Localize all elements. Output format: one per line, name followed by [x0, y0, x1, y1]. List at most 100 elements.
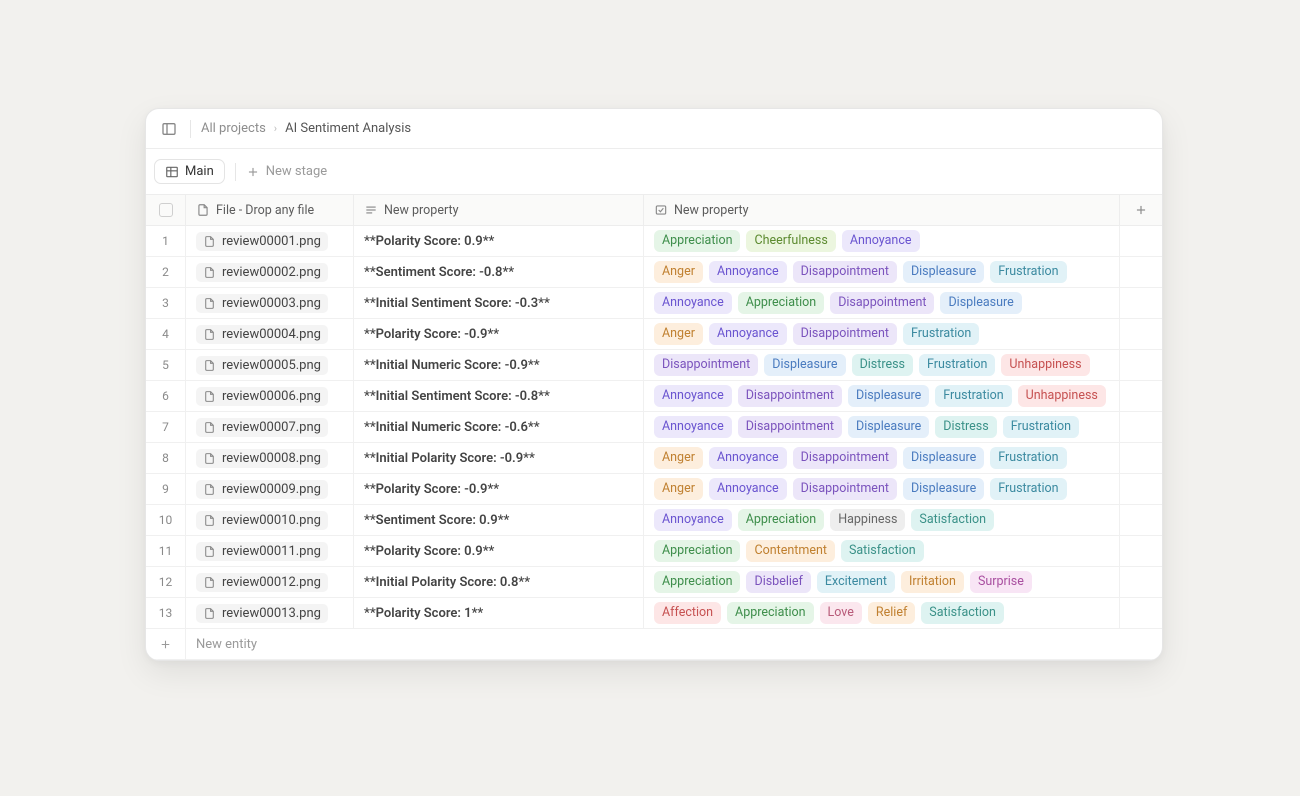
tag-pill[interactable]: Disappointment — [793, 478, 897, 500]
score-cell[interactable]: **Initial Sentiment Score: -0.8** — [354, 381, 644, 411]
breadcrumb-root[interactable]: All projects — [201, 121, 266, 136]
score-cell[interactable]: **Polarity Score: 1** — [354, 598, 644, 628]
score-cell[interactable]: **Polarity Score: -0.9** — [354, 319, 644, 349]
score-cell[interactable]: **Initial Polarity Score: -0.9** — [354, 443, 644, 473]
file-cell[interactable]: review00009.png — [186, 474, 354, 504]
tag-pill[interactable]: Annoyance — [654, 509, 732, 531]
tag-pill[interactable]: Frustration — [990, 478, 1066, 500]
tag-pill[interactable]: Unhappiness — [1018, 385, 1106, 407]
tag-pill[interactable]: Displeasure — [903, 447, 984, 469]
tag-pill[interactable]: Annoyance — [709, 447, 787, 469]
tag-pill[interactable]: Appreciation — [738, 509, 824, 531]
file-cell[interactable]: review00013.png — [186, 598, 354, 628]
table-row[interactable]: 13review00013.png**Polarity Score: 1**Af… — [146, 598, 1162, 629]
table-row[interactable]: 12review00012.png**Initial Polarity Scor… — [146, 567, 1162, 598]
tag-pill[interactable]: Surprise — [970, 571, 1032, 593]
score-cell[interactable]: **Polarity Score: -0.9** — [354, 474, 644, 504]
tag-pill[interactable]: Anger — [654, 447, 703, 469]
tag-pill[interactable]: Disappointment — [830, 292, 934, 314]
score-cell[interactable]: **Sentiment Score: -0.8** — [354, 257, 644, 287]
tag-pill[interactable]: Frustration — [1003, 416, 1079, 438]
table-row[interactable]: 1review00001.png**Polarity Score: 0.9**A… — [146, 226, 1162, 257]
header-select-all[interactable] — [146, 195, 186, 225]
tags-cell[interactable]: AngerAnnoyanceDisappointmentFrustration — [644, 319, 1120, 349]
tag-pill[interactable]: Affection — [654, 602, 721, 624]
tag-pill[interactable]: Disappointment — [793, 323, 897, 345]
tag-pill[interactable]: Excitement — [817, 571, 895, 593]
add-column-button[interactable] — [1120, 195, 1162, 225]
table-row[interactable]: 3review00003.png**Initial Sentiment Scor… — [146, 288, 1162, 319]
new-entity-row[interactable]: New entity — [146, 629, 1162, 660]
tag-pill[interactable]: Annoyance — [654, 385, 732, 407]
table-row[interactable]: 9review00009.png**Polarity Score: -0.9**… — [146, 474, 1162, 505]
tags-cell[interactable]: AffectionAppreciationLoveReliefSatisfact… — [644, 598, 1120, 628]
tag-pill[interactable]: Happiness — [830, 509, 905, 531]
tag-pill[interactable]: Unhappiness — [1001, 354, 1089, 376]
tags-cell[interactable]: Annoyance Disappointment Displeasure Distre… — [644, 412, 1120, 442]
tags-cell[interactable]: Disappointment Displeasure Distress Frustra… — [644, 350, 1120, 380]
sidebar-toggle-button[interactable] — [158, 118, 180, 140]
tags-cell[interactable]: Appreciation Disbelief Excitement Irritatio… — [644, 567, 1120, 597]
file-cell[interactable]: review00012.png — [186, 567, 354, 597]
tag-pill[interactable]: Appreciation — [727, 602, 813, 624]
score-cell[interactable]: **Sentiment Score: 0.9** — [354, 505, 644, 535]
tag-pill[interactable]: Love — [820, 602, 862, 624]
table-row[interactable]: 10review00010.png**Sentiment Score: 0.9*… — [146, 505, 1162, 536]
score-cell[interactable]: **Initial Polarity Score: 0.8** — [354, 567, 644, 597]
tag-pill[interactable]: Displeasure — [903, 478, 984, 500]
tag-pill[interactable]: Frustration — [990, 261, 1066, 283]
tags-cell[interactable]: Anger Annoyance Disappointment Displeasure F… — [644, 443, 1120, 473]
tag-pill[interactable]: Appreciation — [654, 571, 740, 593]
header-prop2[interactable]: New property — [644, 195, 1120, 225]
tag-pill[interactable]: Displeasure — [940, 292, 1021, 314]
tag-pill[interactable]: Disappointment — [654, 354, 758, 376]
tag-pill[interactable]: Disappointment — [793, 447, 897, 469]
tag-pill[interactable]: Satisfaction — [841, 540, 924, 562]
tag-pill[interactable]: Distress — [852, 354, 913, 376]
tag-pill[interactable]: Contentment — [746, 540, 834, 562]
stage-tab-main[interactable]: Main — [154, 159, 225, 184]
table-row[interactable]: 6review00006.png**Initial Sentiment Scor… — [146, 381, 1162, 412]
score-cell[interactable]: **Initial Numeric Score: -0.6** — [354, 412, 644, 442]
tag-pill[interactable]: Appreciation — [738, 292, 824, 314]
breadcrumb-current[interactable]: AI Sentiment Analysis — [285, 121, 411, 136]
table-row[interactable]: 8review00008.png**Initial Polarity Score… — [146, 443, 1162, 474]
tag-pill[interactable]: Irritation — [901, 571, 964, 593]
tag-pill[interactable]: Annoyance — [654, 292, 732, 314]
tags-cell[interactable]: AppreciationContentmentSatisfaction — [644, 536, 1120, 566]
score-cell[interactable]: **Polarity Score: 0.9** — [354, 226, 644, 256]
tag-pill[interactable]: Appreciation — [654, 230, 740, 252]
file-cell[interactable]: review00006.png — [186, 381, 354, 411]
tags-cell[interactable]: AppreciationCheerfulnessAnnoyance — [644, 226, 1120, 256]
tag-pill[interactable]: Disappointment — [793, 261, 897, 283]
tag-pill[interactable]: Annoyance — [654, 416, 732, 438]
tag-pill[interactable]: Frustration — [919, 354, 995, 376]
file-cell[interactable]: review00005.png — [186, 350, 354, 380]
tag-pill[interactable]: Distress — [935, 416, 996, 438]
tags-cell[interactable]: AnnoyanceDisappointmentDispleasureFrustr… — [644, 381, 1120, 411]
table-row[interactable]: 4review00004.png**Polarity Score: -0.9**… — [146, 319, 1162, 350]
file-cell[interactable]: review00011.png — [186, 536, 354, 566]
file-cell[interactable]: review00003.png — [186, 288, 354, 318]
tag-pill[interactable]: Frustration — [990, 447, 1066, 469]
tags-cell[interactable]: AngerAnnoyanceDisappointmentDispleasureF… — [644, 257, 1120, 287]
tag-pill[interactable]: Displeasure — [764, 354, 845, 376]
score-cell[interactable]: **Polarity Score: 0.9** — [354, 536, 644, 566]
new-stage-button[interactable]: New stage — [246, 164, 327, 179]
tag-pill[interactable]: Displeasure — [903, 261, 984, 283]
table-row[interactable]: 5review00005.png**Initial Numeric Score:… — [146, 350, 1162, 381]
tag-pill[interactable]: Displeasure — [848, 416, 929, 438]
tag-pill[interactable]: Disbelief — [746, 571, 810, 593]
tags-cell[interactable]: Annoyance Appreciation Disappointment Displ… — [644, 288, 1120, 318]
tag-pill[interactable]: Anger — [654, 478, 703, 500]
tag-pill[interactable]: Disappointment — [738, 416, 842, 438]
tag-pill[interactable]: Annoyance — [709, 261, 787, 283]
file-cell[interactable]: review00004.png — [186, 319, 354, 349]
tag-pill[interactable]: Satisfaction — [911, 509, 994, 531]
tag-pill[interactable]: Frustration — [903, 323, 979, 345]
tag-pill[interactable]: Cheerfulness — [746, 230, 835, 252]
tags-cell[interactable]: Annoyance Appreciation Happiness Satisfacti… — [644, 505, 1120, 535]
file-cell[interactable]: review00001.png — [186, 226, 354, 256]
file-cell[interactable]: review00008.png — [186, 443, 354, 473]
file-cell[interactable]: review00010.png — [186, 505, 354, 535]
